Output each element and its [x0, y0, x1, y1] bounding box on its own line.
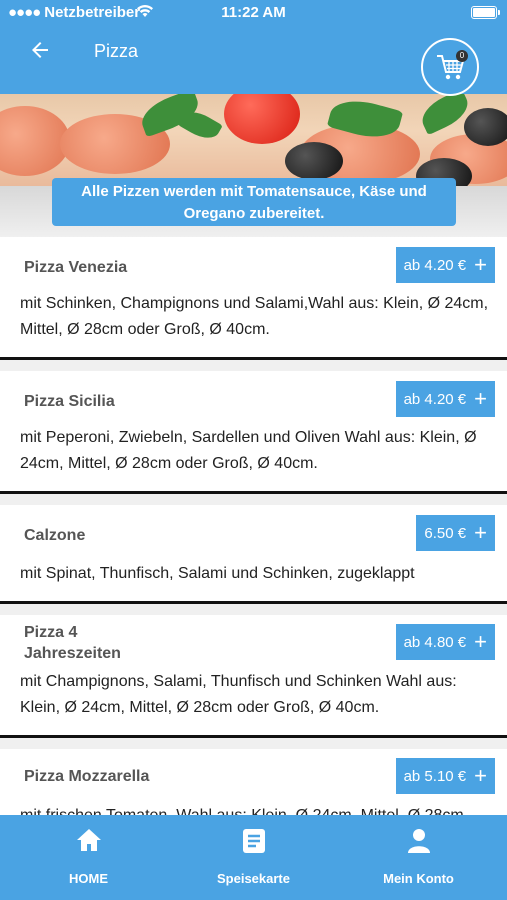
clock: 11:22 AM [221, 4, 286, 21]
menu-item-card[interactable]: Pizza Sicilia ab 4.20 € + mit Peperoni, Z… [0, 371, 507, 494]
tab-label: HOME [69, 871, 108, 886]
item-price: ab 4.80 € [403, 634, 467, 651]
menu-list-icon [243, 829, 265, 853]
add-to-cart-button[interactable]: 6.50 € + [416, 515, 495, 551]
item-name: Pizza Mozzarella [24, 768, 150, 785]
plus-icon: + [474, 520, 487, 545]
menu-item-card[interactable]: Pizza 4 Jahreszeiten ab 4.80 € + mit Cham… [0, 615, 507, 738]
item-description: mit Peperoni, Zwiebeln, Sardellen und Ol… [20, 429, 477, 472]
user-icon [408, 829, 430, 853]
tab-label: Speisekarte [217, 871, 290, 886]
info-notice: Alle Pizzen werden mit Tomatensauce, Käs… [52, 178, 456, 226]
bottom-tab-bar: HOME Speisekarte Mein Konto [0, 815, 507, 900]
add-to-cart-button[interactable]: ab 4.80 € + [395, 624, 495, 660]
battery-icon [471, 6, 500, 19]
pizza-banner-image [0, 94, 507, 188]
home-icon [77, 829, 101, 851]
item-name: Pizza 4 Jahreszeiten [24, 624, 121, 662]
item-description: mit Schinken, Champignons und Salami,Wah… [20, 295, 489, 338]
item-price: 6.50 € [424, 525, 467, 542]
tab-mein-konto[interactable]: Mein Konto [334, 815, 503, 900]
page-title: Pizza [94, 41, 139, 61]
add-to-cart-button[interactable]: ab 4.20 € + [395, 247, 495, 283]
cart-count-badge: 0 [456, 50, 468, 62]
item-price: ab 4.20 € [403, 391, 467, 408]
plus-icon: + [474, 629, 487, 654]
item-name: Pizza Venezia [24, 259, 128, 276]
item-description: mit Spinat, Thunfisch, Salami und Schink… [20, 565, 415, 582]
tab-label: Mein Konto [383, 871, 454, 886]
plus-icon: + [474, 763, 487, 788]
tab-home[interactable]: HOME [4, 815, 173, 900]
status-bar: ●●●● Netzbetreiber 11:22 AM [0, 0, 507, 26]
item-name: Calzone [24, 527, 86, 544]
back-button[interactable] [28, 38, 54, 64]
add-to-cart-button[interactable]: ab 4.20 € + [395, 381, 495, 417]
add-to-cart-button[interactable]: ab 5.10 € + [395, 758, 495, 794]
cart-button[interactable]: 0 [421, 38, 479, 96]
plus-icon: + [474, 386, 487, 411]
menu-item-card[interactable]: Pizza Venezia ab 4.20 € + mit Schinken, C… [0, 237, 507, 360]
item-name: Pizza Sicilia [24, 393, 115, 410]
item-price: ab 5.10 € [403, 768, 467, 785]
item-description: mit Champignons, Salami, Thunfisch und S… [20, 673, 457, 716]
menu-item-card[interactable]: Calzone 6.50 € + mit Spinat, Thunfisch, S… [0, 505, 507, 604]
item-price: ab 4.20 € [403, 257, 467, 274]
plus-icon: + [474, 252, 487, 277]
tab-speisekarte[interactable]: Speisekarte [169, 815, 338, 900]
arrow-left-icon [32, 42, 48, 58]
